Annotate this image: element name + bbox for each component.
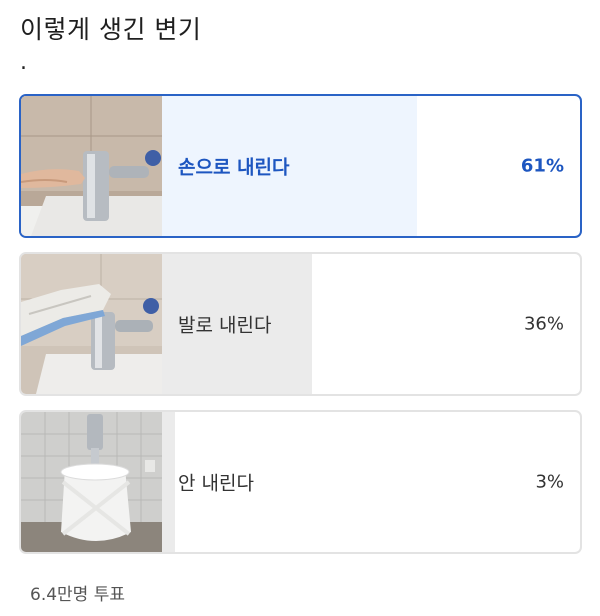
poll-option-label: 발로 내린다 xyxy=(178,314,272,337)
toilet-flush-by-hand-photo xyxy=(21,96,162,236)
poll-option-percent: 3% xyxy=(535,471,564,493)
post-body: . xyxy=(20,50,27,75)
poll-option-percent: 36% xyxy=(523,313,564,335)
poll-option-none[interactable]: 안 내린다 3% xyxy=(19,410,582,554)
poll-option-percent: 61% xyxy=(520,155,564,177)
poll-option-foot[interactable]: 발로 내린다 36% xyxy=(19,252,582,396)
poll-option-hand[interactable]: 손으로 내린다 61% xyxy=(19,94,582,238)
vote-count: 6.4만명 투표 xyxy=(30,585,125,605)
poll-option-label: 손으로 내린다 xyxy=(178,156,290,179)
poll-option-label: 안 내린다 xyxy=(178,472,254,495)
toilet-tied-photo xyxy=(21,412,162,552)
poll: 손으로 내린다 61% 발로 내린다 36% 안 내린다 3% xyxy=(19,94,582,568)
toilet-flush-by-foot-photo xyxy=(21,254,162,394)
post-title: 이렇게 생긴 변기 xyxy=(20,15,202,44)
